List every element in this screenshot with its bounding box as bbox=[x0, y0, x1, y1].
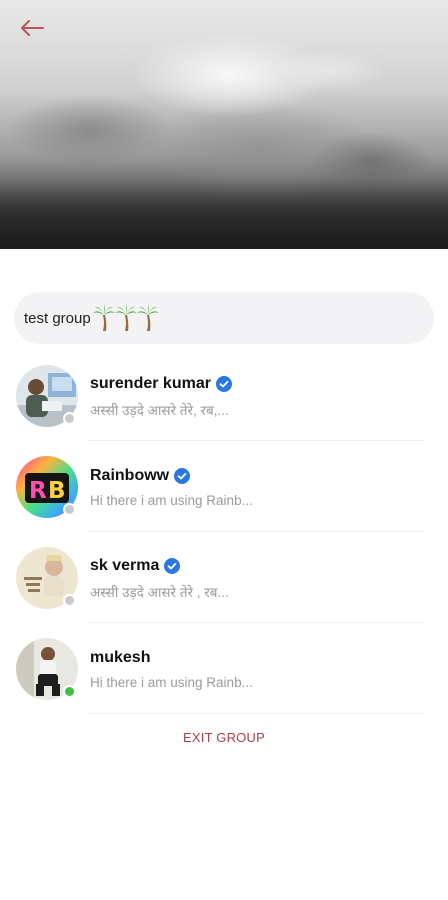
status-dot-online bbox=[63, 684, 76, 698]
verified-badge-icon bbox=[174, 468, 191, 484]
member-row[interactable]: surender kumar अस्सी उड़दे आसरे तेरे, रब… bbox=[0, 350, 448, 441]
svg-text:B: B bbox=[48, 478, 66, 504]
avatar-container bbox=[16, 546, 78, 609]
back-button[interactable] bbox=[12, 12, 52, 44]
avatar-container bbox=[16, 637, 78, 700]
member-status-message: Hi there i am using Rainb... bbox=[90, 493, 253, 508]
palm-tree-icon bbox=[136, 304, 159, 331]
avatar-container bbox=[16, 364, 78, 427]
palm-tree-icon bbox=[114, 304, 137, 331]
svg-text:R: R bbox=[29, 478, 47, 504]
group-name-field[interactable]: test group bbox=[14, 292, 434, 344]
member-row[interactable]: mukesh Hi there i am using Rainb... bbox=[0, 623, 448, 714]
group-cover-image bbox=[0, 0, 448, 249]
member-row[interactable]: R B Rainboww Hi there i am using Rainb..… bbox=[0, 441, 448, 532]
arrow-left-icon bbox=[21, 20, 44, 36]
member-name: mukesh bbox=[90, 649, 151, 666]
member-name: Rainboww bbox=[90, 467, 170, 484]
member-row[interactable]: sk verma अस्सी उड़दे आसरे तेरे , रब... bbox=[0, 532, 448, 623]
group-name: test group bbox=[24, 309, 91, 327]
member-list: surender kumar अस्सी उड़दे आसरे तेरे, रब… bbox=[0, 350, 448, 714]
member-name: surender kumar bbox=[90, 374, 211, 392]
status-dot-offline bbox=[63, 411, 76, 425]
exit-group-button[interactable]: EXIT GROUP bbox=[0, 730, 448, 745]
member-status-message: अस्सी उड़दे आसरे तेरे , रब... bbox=[90, 584, 229, 600]
member-name: sk verma bbox=[90, 556, 160, 574]
avatar-container: R B bbox=[16, 455, 78, 518]
group-emoji bbox=[92, 304, 159, 332]
member-status-message: अस्सी उड़दे आसरे तेरे, रब,... bbox=[90, 402, 229, 418]
status-dot-offline bbox=[63, 502, 76, 516]
verified-badge-icon bbox=[215, 375, 232, 392]
palm-tree-icon bbox=[92, 304, 115, 331]
verified-badge-icon bbox=[164, 557, 181, 574]
status-dot-offline bbox=[63, 593, 76, 607]
cover-shade bbox=[0, 179, 448, 249]
member-status-message: Hi there i am using Rainb... bbox=[90, 675, 253, 690]
